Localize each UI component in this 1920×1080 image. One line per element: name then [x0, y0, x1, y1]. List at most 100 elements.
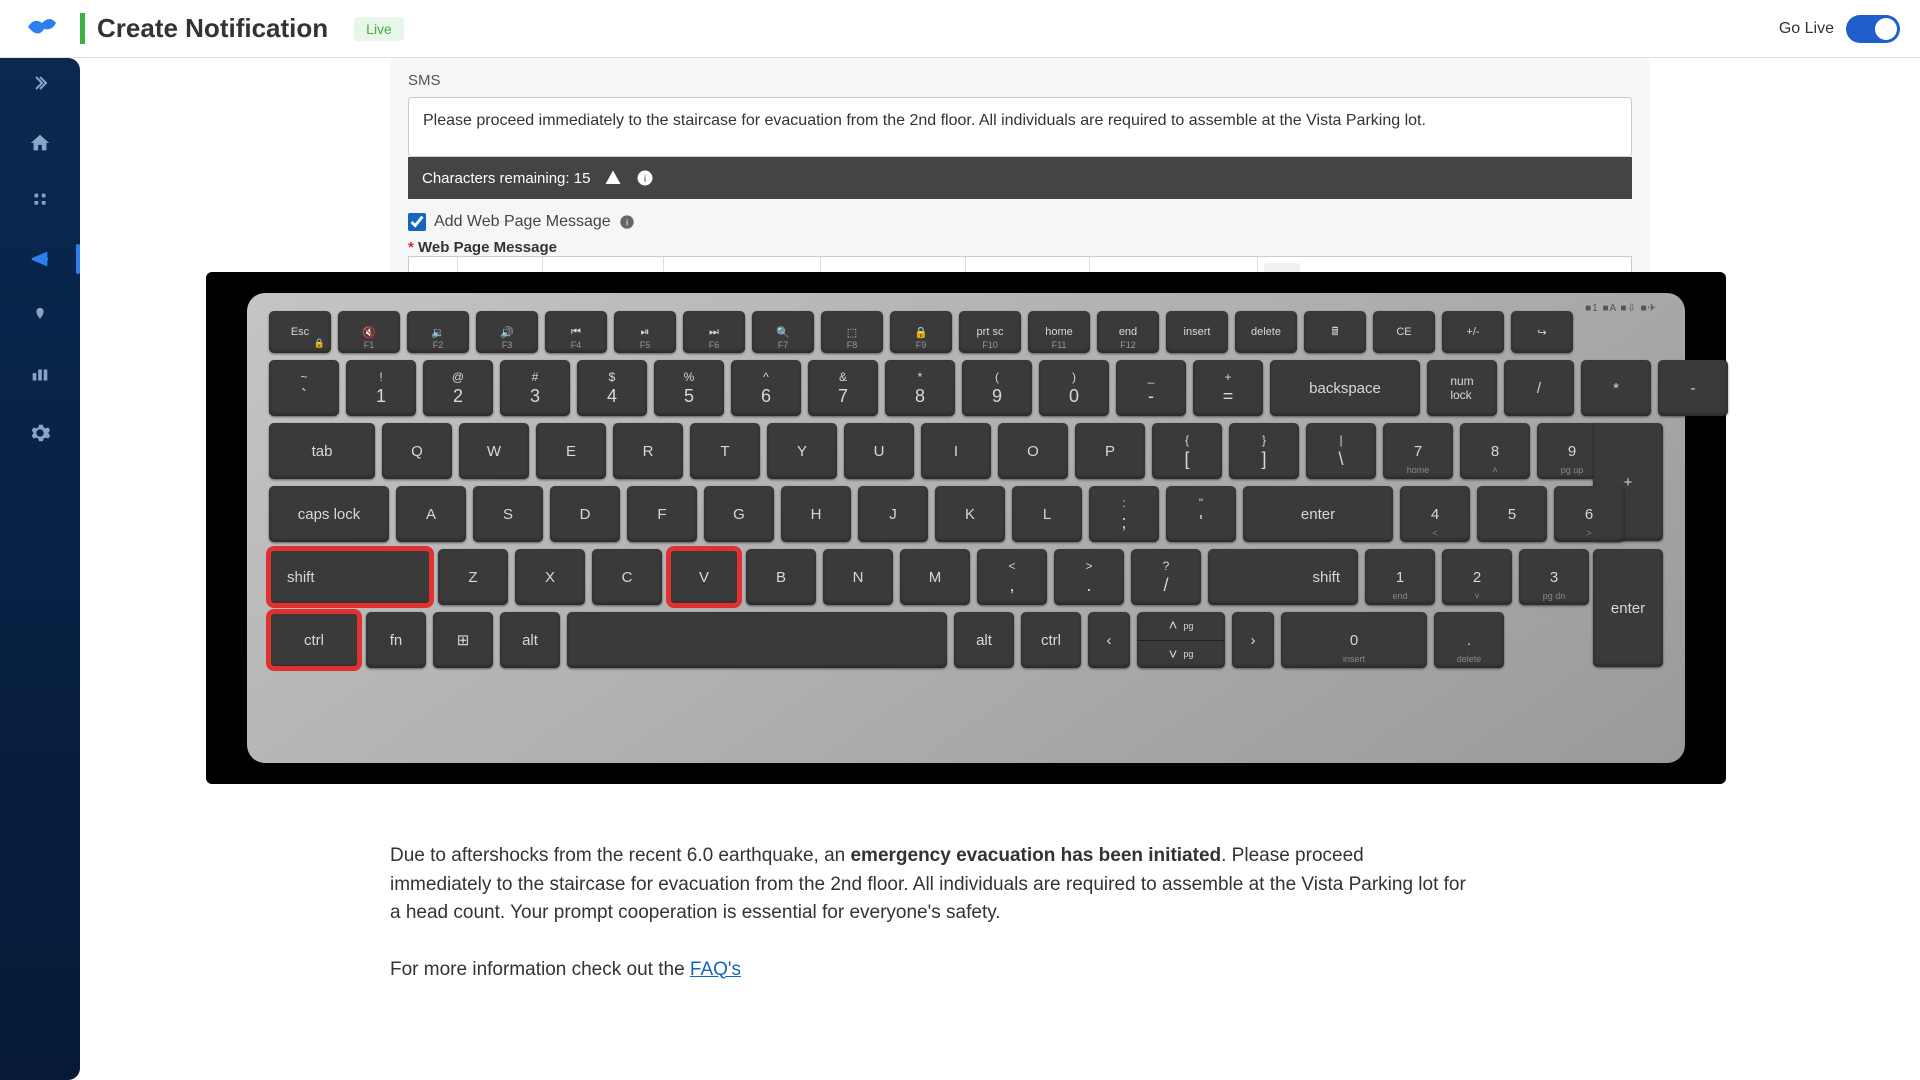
- key-j[interactable]: J: [858, 486, 928, 542]
- key-minus[interactable]: _-: [1116, 360, 1186, 416]
- key-space[interactable]: [567, 612, 947, 668]
- key-backslash[interactable]: |\: [1306, 423, 1376, 479]
- key-1[interactable]: !1: [346, 360, 416, 416]
- key-n[interactable]: N: [823, 549, 893, 605]
- sidebar-expand-button[interactable]: [0, 68, 80, 98]
- key-numlock[interactable]: numlock: [1427, 360, 1497, 416]
- key-period[interactable]: >.: [1054, 549, 1124, 605]
- sidebar-contacts[interactable]: [10, 292, 70, 342]
- add-webpage-checkbox[interactable]: [408, 213, 426, 231]
- key-0[interactable]: )0: [1039, 360, 1109, 416]
- key-quote[interactable]: "': [1166, 486, 1236, 542]
- sidebar-reports[interactable]: [10, 350, 70, 400]
- key-x[interactable]: X: [515, 549, 585, 605]
- key-num1[interactable]: 1end: [1365, 549, 1435, 605]
- key-q[interactable]: Q: [382, 423, 452, 479]
- key-y[interactable]: Y: [767, 423, 837, 479]
- key-e[interactable]: E: [536, 423, 606, 479]
- key-numenter[interactable]: enter: [1593, 549, 1663, 667]
- key-2[interactable]: @2: [423, 360, 493, 416]
- key-o[interactable]: O: [998, 423, 1068, 479]
- key-shift-right[interactable]: shift: [1208, 549, 1358, 605]
- key-7[interactable]: &7: [808, 360, 878, 416]
- key-numminus[interactable]: -: [1658, 360, 1728, 416]
- key-fn[interactable]: fn: [366, 612, 426, 668]
- key-f7[interactable]: 🔍F7: [752, 311, 814, 353]
- key-num8[interactable]: 8˄: [1460, 423, 1530, 479]
- key-i[interactable]: I: [921, 423, 991, 479]
- key-8[interactable]: *8: [885, 360, 955, 416]
- key-p[interactable]: P: [1075, 423, 1145, 479]
- key-3[interactable]: #3: [500, 360, 570, 416]
- key-plusminus[interactable]: +/-: [1442, 311, 1504, 353]
- key-w[interactable]: W: [459, 423, 529, 479]
- key-u[interactable]: U: [844, 423, 914, 479]
- key-s[interactable]: S: [473, 486, 543, 542]
- key-shift-left[interactable]: shift: [269, 549, 431, 605]
- key-ctrl-right[interactable]: ctrl: [1021, 612, 1081, 668]
- key-capslock[interactable]: caps lock: [269, 486, 389, 542]
- key-prtsc[interactable]: prt scF10: [959, 311, 1021, 353]
- key-f9[interactable]: 🔒F9: [890, 311, 952, 353]
- key-semicolon[interactable]: :;: [1089, 486, 1159, 542]
- key-l[interactable]: L: [1012, 486, 1082, 542]
- key-num6[interactable]: 6˃: [1554, 486, 1624, 542]
- key-a[interactable]: A: [396, 486, 466, 542]
- key-f1[interactable]: 🔇F1: [338, 311, 400, 353]
- info-icon[interactable]: i: [619, 214, 635, 230]
- key-h[interactable]: H: [781, 486, 851, 542]
- key-arrow-updown[interactable]: ˄ pg ˅ pg: [1137, 612, 1225, 668]
- key-4[interactable]: $4: [577, 360, 647, 416]
- key-z[interactable]: Z: [438, 549, 508, 605]
- key-k[interactable]: K: [935, 486, 1005, 542]
- key-v[interactable]: V: [669, 549, 739, 605]
- faq-link[interactable]: FAQ's: [690, 959, 741, 980]
- key-num3[interactable]: 3pg dn: [1519, 549, 1589, 605]
- key-enter[interactable]: enter: [1243, 486, 1393, 542]
- key-insert[interactable]: insert: [1166, 311, 1228, 353]
- key-c[interactable]: C: [592, 549, 662, 605]
- key-ctrl-left[interactable]: ctrl: [269, 612, 359, 668]
- key-delete[interactable]: delete: [1235, 311, 1297, 353]
- key-tab[interactable]: tab: [269, 423, 375, 479]
- key-f4[interactable]: ⏮F4: [545, 311, 607, 353]
- key-9[interactable]: (9: [962, 360, 1032, 416]
- key-numdot[interactable]: .delete: [1434, 612, 1504, 668]
- key-num7[interactable]: 7home: [1383, 423, 1453, 479]
- key-t[interactable]: T: [690, 423, 760, 479]
- key-calc[interactable]: 🖩: [1304, 311, 1366, 353]
- key-d[interactable]: D: [550, 486, 620, 542]
- key-f[interactable]: F: [627, 486, 697, 542]
- key-logout[interactable]: ↪: [1511, 311, 1573, 353]
- go-live-toggle[interactable]: [1846, 15, 1900, 43]
- key-f8[interactable]: ⬚F8: [821, 311, 883, 353]
- key-numdiv[interactable]: /: [1504, 360, 1574, 416]
- key-num2[interactable]: 2˅: [1442, 549, 1512, 605]
- key-alt-right[interactable]: alt: [954, 612, 1014, 668]
- key-arrow-left[interactable]: ‹: [1088, 612, 1130, 668]
- key-f6[interactable]: ⏭F6: [683, 311, 745, 353]
- key-f5[interactable]: ⏯F5: [614, 311, 676, 353]
- sidebar-settings[interactable]: [10, 408, 70, 458]
- key-num5[interactable]: 5: [1477, 486, 1547, 542]
- key-tilde[interactable]: ~`: [269, 360, 339, 416]
- sidebar-home[interactable]: [10, 118, 70, 168]
- key-ce[interactable]: CE: [1373, 311, 1435, 353]
- key-alt-left[interactable]: alt: [500, 612, 560, 668]
- key-g[interactable]: G: [704, 486, 774, 542]
- key-nummul[interactable]: *: [1581, 360, 1651, 416]
- key-comma[interactable]: <,: [977, 549, 1047, 605]
- key-m[interactable]: M: [900, 549, 970, 605]
- key-equals[interactable]: +=: [1193, 360, 1263, 416]
- sidebar-notifications[interactable]: [10, 234, 70, 284]
- key-end[interactable]: endF12: [1097, 311, 1159, 353]
- editor-body-text[interactable]: Due to aftershocks from the recent 6.0 e…: [390, 842, 1470, 984]
- key-rbracket[interactable]: }]: [1229, 423, 1299, 479]
- key-b[interactable]: B: [746, 549, 816, 605]
- sms-textarea[interactable]: Please proceed immediately to the stairc…: [408, 97, 1632, 157]
- key-f2[interactable]: 🔉F2: [407, 311, 469, 353]
- key-home[interactable]: homeF11: [1028, 311, 1090, 353]
- key-slash[interactable]: ?/: [1131, 549, 1201, 605]
- key-backspace[interactable]: backspace: [1270, 360, 1420, 416]
- key-num4[interactable]: 4˂: [1400, 486, 1470, 542]
